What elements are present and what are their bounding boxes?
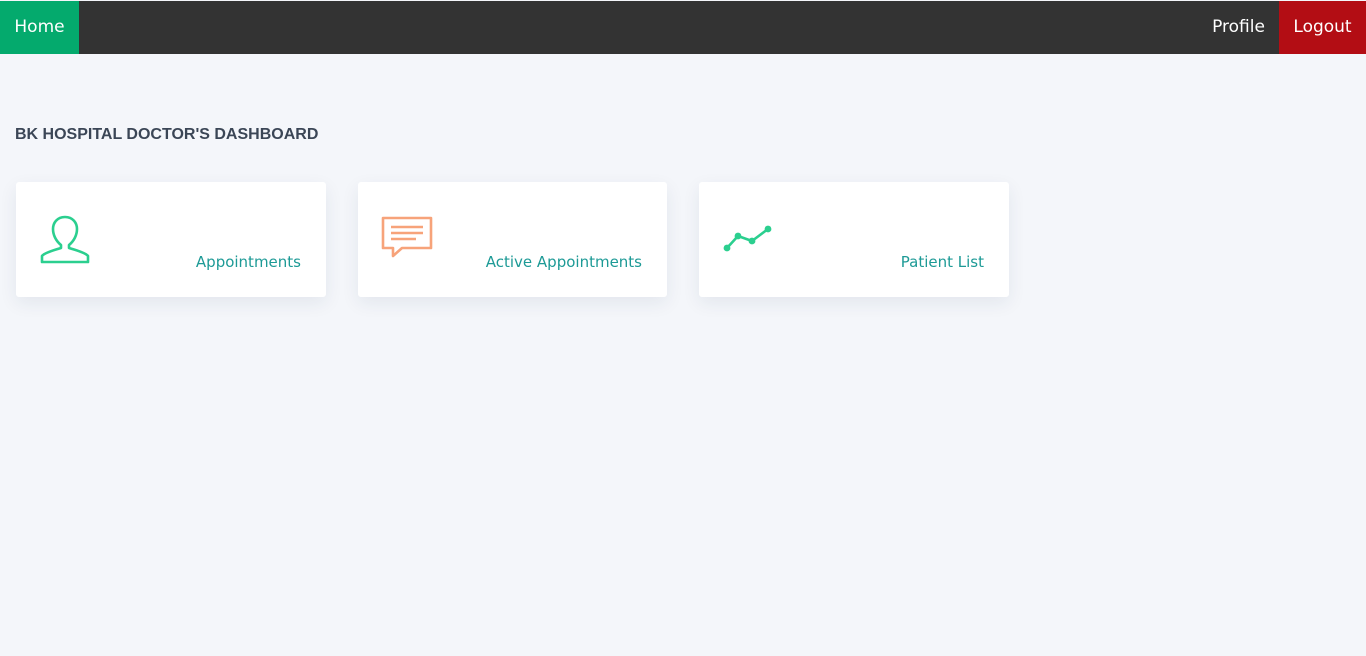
line-chart-icon: [721, 214, 775, 266]
patient-list-card[interactable]: Patient List: [699, 182, 1009, 297]
appointments-label: Appointments: [195, 253, 301, 271]
page-title: BK HOSPITAL DOCTOR'S DASHBOARD: [15, 126, 319, 143]
chat-bubble-icon: [380, 214, 434, 266]
appointments-card[interactable]: Appointments: [16, 182, 326, 297]
active-appointments-label: Active Appointments: [485, 253, 642, 271]
user-icon: [38, 214, 92, 266]
top-navbar: Home Profile Logout: [0, 1, 1366, 54]
nav-home-link[interactable]: Home: [0, 1, 79, 54]
active-appointments-card[interactable]: Active Appointments: [358, 182, 667, 297]
patient-list-label: Patient List: [900, 253, 984, 271]
nav-logout-link[interactable]: Logout: [1279, 1, 1366, 54]
nav-profile-link[interactable]: Profile: [1199, 1, 1278, 54]
